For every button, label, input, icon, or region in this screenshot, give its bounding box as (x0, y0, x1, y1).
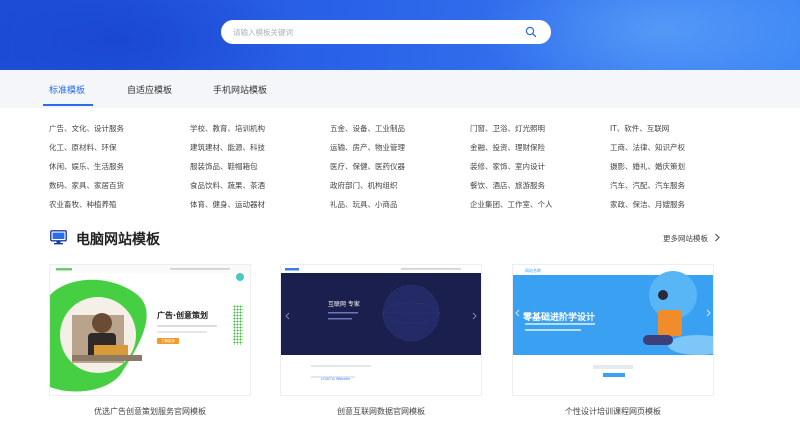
thumb-logo (285, 268, 299, 271)
category-link[interactable]: 数码、家具、家居百货 (49, 180, 124, 191)
category-link[interactable]: 广告、文化、设计服务 (49, 123, 124, 134)
thumb-logo: 网站名称 (525, 268, 541, 273)
hero-banner (0, 0, 800, 70)
thumb-subline (157, 331, 207, 333)
search-input[interactable] (233, 24, 513, 40)
category-link[interactable]: 医疗、保健、医药仪器 (330, 161, 405, 172)
thumb-headline: 零基础进阶学设计 (523, 313, 596, 323)
category-link[interactable]: 休闲、娱乐、生活服务 (49, 161, 124, 172)
search-icon[interactable] (525, 26, 537, 38)
template-thumbnail (513, 265, 713, 395)
monitor-icon (50, 230, 67, 245)
category-link[interactable]: 化工、原材料、环保 (49, 142, 117, 153)
template-tabs: 标准模板 自适应模板 手机网站模板 (0, 70, 800, 108)
section-title: 电脑网站模板 (76, 232, 160, 248)
tab-standard[interactable]: 标准模板 (49, 83, 85, 96)
category-link[interactable]: 服装饰品、鞋帽箱包 (190, 161, 258, 172)
category-link[interactable]: 农业畜牧、种植养殖 (49, 199, 117, 210)
category-link[interactable]: 金融、投资、理财保险 (470, 142, 545, 153)
category-link[interactable]: 体育、健身、运动器材 (190, 199, 265, 210)
thumb-dot-pattern (233, 305, 243, 345)
template-card-design-course[interactable]: 网站名称 零基础进阶学设计 (513, 265, 713, 395)
more-templates-link[interactable]: 更多网站模板 (663, 233, 708, 244)
category-link[interactable]: 家政、保洁、月嫂服务 (610, 199, 685, 210)
template-name[interactable]: 优选广告创意策划服务官网模板 (50, 406, 250, 417)
category-link[interactable]: 工商、法律、知识产权 (610, 142, 685, 153)
search-box (221, 20, 551, 44)
thumb-subline (157, 325, 217, 327)
thumb-caption: LOGO & Website (321, 377, 350, 381)
category-link[interactable]: 食品饮料、蔬果、茶酒 (190, 180, 265, 191)
template-thumbnail (50, 265, 250, 395)
chevron-right-icon[interactable] (713, 233, 721, 242)
tab-responsive[interactable]: 自适应模板 (127, 83, 172, 96)
template-thumbnail (281, 265, 481, 395)
template-card-ad-creative[interactable]: 广告·创意策划 了解更多 (50, 265, 250, 395)
template-card-internet-data[interactable]: 互联网 专家 LOGO & Website (281, 265, 481, 395)
template-name[interactable]: 个性设计培训课程网页模板 (513, 406, 713, 417)
category-link[interactable]: 建筑建材、能源、科技 (190, 142, 265, 153)
category-link[interactable]: 汽车、汽配、汽车服务 (610, 180, 685, 191)
category-link[interactable]: IT、软件、互联网 (610, 123, 669, 134)
thumb-cta-button: 了解更多 (157, 338, 179, 344)
template-name[interactable]: 创意互联网数据官网模板 (281, 406, 481, 417)
category-link[interactable]: 运输、房产、物业管理 (330, 142, 405, 153)
category-link[interactable]: 学校、教育、培训机构 (190, 123, 265, 134)
category-link[interactable]: 政府部门、机构组织 (330, 180, 398, 191)
thumb-headline: 广告·创意策划 (157, 311, 209, 320)
category-link[interactable]: 五金、设备、工业制品 (330, 123, 405, 134)
thumb-headline: 互联网 专家 (328, 301, 360, 308)
category-link[interactable]: 企业集团、工作室、个人 (470, 199, 553, 210)
category-link[interactable]: 餐饮、酒店、旅游服务 (470, 180, 545, 191)
active-tab-indicator (43, 104, 93, 106)
category-link[interactable]: 装修、家饰、室内设计 (470, 161, 545, 172)
category-link[interactable]: 礼品、玩具、小商品 (330, 199, 398, 210)
thumb-logo (56, 268, 72, 271)
category-link[interactable]: 摄影、婚礼、婚庆策划 (610, 161, 685, 172)
category-link[interactable]: 门窗、卫浴、灯光照明 (470, 123, 545, 134)
tab-mobile[interactable]: 手机网站模板 (213, 83, 267, 96)
